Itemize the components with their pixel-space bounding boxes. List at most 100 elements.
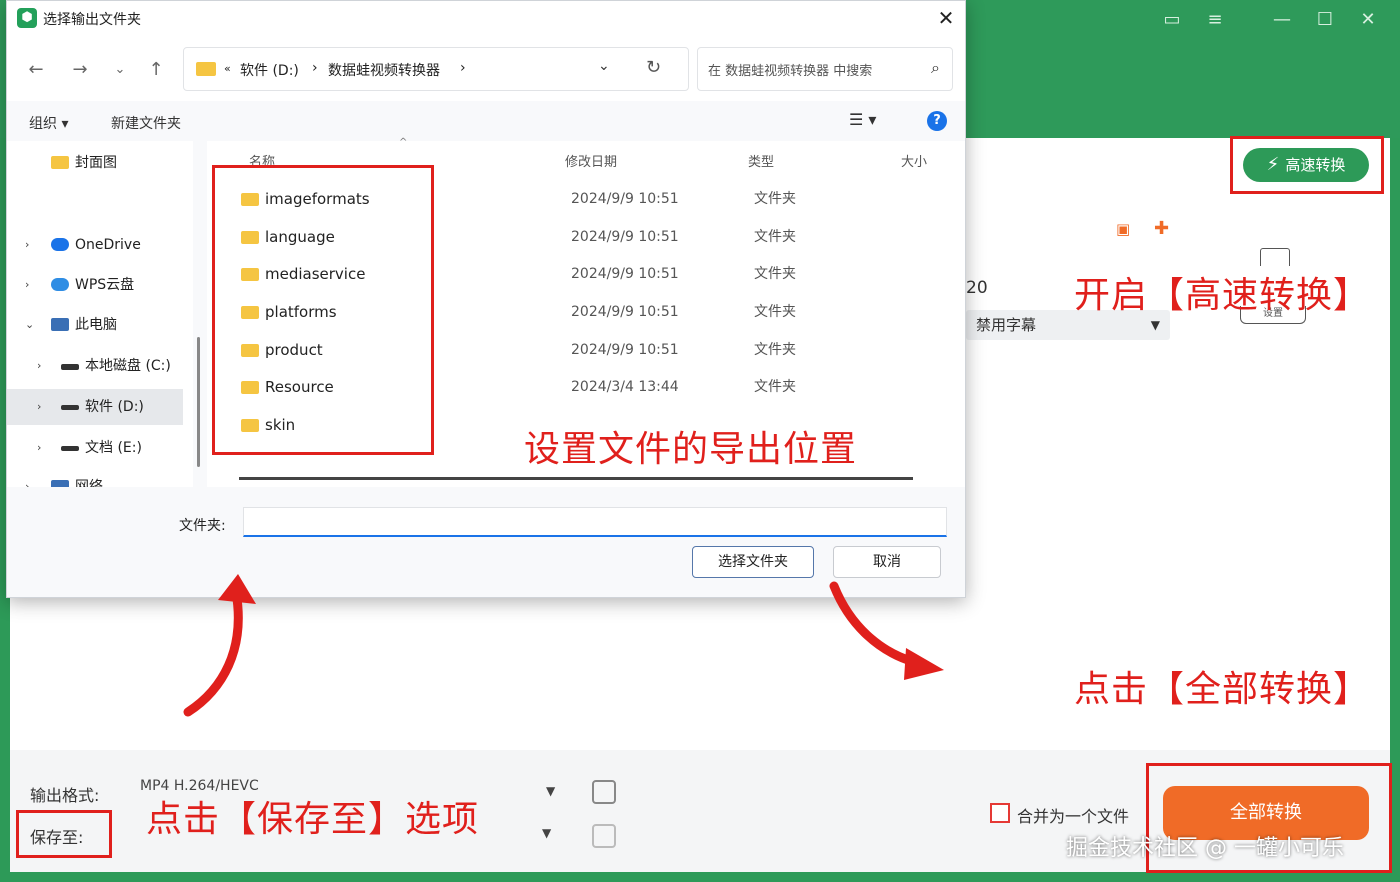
network-icon bbox=[51, 480, 69, 487]
breadcrumb-separator-end: › bbox=[460, 60, 466, 76]
file-type: 文件夹 bbox=[754, 379, 796, 395]
file-modified: 2024/9/9 10:51 bbox=[571, 304, 679, 320]
address-dropdown-icon[interactable]: ⌄ bbox=[598, 58, 610, 74]
cloud-icon bbox=[51, 238, 69, 251]
nav-item-drive-c[interactable]: › 本地磁盘 (C:) bbox=[7, 348, 183, 384]
dialog-title: 选择输出文件夹 bbox=[43, 12, 141, 28]
file-modified: 2024/9/9 10:51 bbox=[571, 342, 679, 358]
breadcrumb-drive[interactable]: 软件 (D:) bbox=[240, 60, 299, 80]
window-close-icon[interactable]: ✕ bbox=[1356, 8, 1380, 32]
breadcrumb-folder[interactable]: 数据蛙视频转换器 bbox=[328, 60, 440, 80]
file-type: 文件夹 bbox=[754, 266, 796, 282]
nav-item-wps[interactable]: › WPS云盘 bbox=[7, 267, 183, 303]
column-size[interactable]: 大小 bbox=[901, 151, 927, 170]
chevron-right-icon: › bbox=[37, 359, 42, 372]
nav-item-this-pc[interactable]: ⌄ 此电脑 bbox=[7, 307, 183, 343]
file-modified: 2024/9/9 10:51 bbox=[571, 229, 679, 245]
video-edit-icon[interactable]: ▣ bbox=[1116, 220, 1130, 238]
nav-item-network[interactable]: › 网络 bbox=[7, 469, 183, 487]
file-modified: 2024/3/4 13:44 bbox=[571, 379, 679, 395]
organize-menu[interactable]: 组织 ▾ bbox=[29, 113, 68, 133]
breadcrumb-separator: › bbox=[312, 60, 318, 76]
nav-item-label: 本地磁盘 (C:) bbox=[85, 358, 171, 374]
minimize-icon[interactable]: — bbox=[1270, 8, 1294, 32]
folder-field-label: 文件夹: bbox=[179, 518, 226, 534]
new-folder-button[interactable]: 新建文件夹 bbox=[111, 113, 181, 133]
chevron-right-icon: › bbox=[37, 441, 42, 454]
annotation-export-location: 设置文件的导出位置 bbox=[524, 429, 858, 470]
add-icon[interactable]: ✚ bbox=[1154, 218, 1169, 239]
drive-icon bbox=[61, 405, 79, 410]
recent-chevron-icon[interactable]: ⌄ bbox=[107, 57, 133, 83]
annotation-box-files bbox=[212, 165, 434, 455]
refresh-icon[interactable]: ↻ bbox=[646, 57, 661, 78]
back-arrow-icon[interactable]: ← bbox=[23, 57, 49, 83]
address-bar[interactable]: « 软件 (D:) › 数据蛙视频转换器 › ⌄ ↻ bbox=[183, 47, 689, 91]
file-type: 文件夹 bbox=[754, 191, 796, 207]
folder-icon bbox=[196, 62, 216, 76]
chevron-right-icon: › bbox=[25, 238, 30, 251]
chevron-right-icon: › bbox=[25, 278, 30, 291]
chevron-right-icon: › bbox=[25, 480, 30, 487]
cloud-icon bbox=[51, 278, 69, 291]
open-folder-icon[interactable] bbox=[592, 824, 616, 848]
select-folder-dialog: ⬢ 选择输出文件夹 ✕ ← → ⌄ ↑ « 软件 (D:) › 数据蛙视频转换器… bbox=[6, 0, 966, 598]
folder-field[interactable] bbox=[243, 507, 947, 537]
nav-item-onedrive[interactable]: › OneDrive bbox=[7, 227, 183, 263]
navigation-pane: 封面图 › OneDrive › WPS云盘 ⌄ 此电脑 › 本地磁盘 (C:)… bbox=[7, 141, 193, 487]
column-modified[interactable]: 修改日期 bbox=[565, 151, 617, 170]
address-overflow[interactable]: « bbox=[224, 62, 231, 75]
maximize-icon[interactable]: ☐ bbox=[1313, 8, 1337, 32]
format-settings-icon[interactable] bbox=[592, 780, 616, 804]
select-folder-button[interactable]: 选择文件夹 bbox=[692, 546, 814, 578]
drive-icon bbox=[61, 446, 79, 451]
nav-item-drive-d[interactable]: › 软件 (D:) bbox=[7, 389, 183, 425]
annotation-box-save-to bbox=[16, 810, 112, 858]
annotation-box-fast-convert bbox=[1230, 136, 1384, 194]
search-input[interactable]: 在 数据蛙视频转换器 中搜索 bbox=[708, 60, 872, 79]
dialog-titlebar: ⬢ 选择输出文件夹 ✕ bbox=[7, 1, 965, 35]
chevron-down-icon: ⌄ bbox=[25, 318, 35, 331]
feedback-icon[interactable]: ▭ bbox=[1160, 8, 1184, 32]
file-type: 文件夹 bbox=[754, 342, 796, 358]
nav-item-label: WPS云盘 bbox=[75, 277, 135, 293]
nav-scrollbar[interactable] bbox=[197, 337, 200, 467]
app-logo-icon: ⬢ bbox=[17, 8, 37, 28]
settings-icon bbox=[1260, 248, 1290, 266]
file-modified: 2024/9/9 10:51 bbox=[571, 266, 679, 282]
column-type[interactable]: 类型 bbox=[748, 151, 774, 170]
file-type: 文件夹 bbox=[754, 304, 796, 320]
merge-checkbox[interactable] bbox=[990, 803, 1010, 823]
cancel-button[interactable]: 取消 bbox=[833, 546, 941, 578]
dialog-navbar: ← → ⌄ ↑ « 软件 (D:) › 数据蛙视频转换器 › ⌄ ↻ 在 数据蛙… bbox=[7, 35, 965, 101]
annotation-enable-fast: 开启【高速转换】 bbox=[1074, 275, 1371, 316]
nav-item-label: OneDrive bbox=[75, 237, 141, 253]
annotation-save-to: 点击【保存至】选项 bbox=[146, 799, 480, 840]
nav-item-label: 此电脑 bbox=[75, 317, 117, 333]
file-modified: 2024/9/9 10:51 bbox=[571, 191, 679, 207]
watermark: 掘金技术社区 @ 一罐小可乐 bbox=[1066, 836, 1344, 861]
search-box[interactable]: 在 数据蛙视频转换器 中搜索 ⌕ bbox=[697, 47, 953, 91]
dialog-close-icon[interactable]: ✕ bbox=[933, 5, 959, 31]
search-icon[interactable]: ⌕ bbox=[931, 58, 940, 78]
dialog-toolbar: 组织 ▾ 新建文件夹 ☰ ▾ ? bbox=[7, 101, 965, 141]
save-to-dropdown-icon[interactable]: ▼ bbox=[542, 826, 551, 840]
computer-icon bbox=[51, 318, 69, 331]
view-options-icon[interactable]: ☰ ▾ bbox=[849, 110, 876, 129]
nav-item-label: 封面图 bbox=[75, 155, 117, 171]
nav-item-label: 网络 bbox=[75, 479, 103, 487]
nav-item-label: 文档 (E:) bbox=[85, 440, 142, 456]
subtitle-select-value: 禁用字幕 bbox=[976, 316, 1037, 334]
help-icon[interactable]: ? bbox=[927, 111, 947, 131]
forward-arrow-icon[interactable]: → bbox=[67, 57, 93, 83]
nav-item-drive-e[interactable]: › 文档 (E:) bbox=[7, 430, 183, 466]
horizontal-scrollbar[interactable] bbox=[239, 477, 913, 480]
menu-icon[interactable]: ≡ bbox=[1203, 8, 1227, 32]
output-format-label: 输出格式: bbox=[30, 786, 100, 805]
format-dropdown-icon[interactable]: ▼ bbox=[546, 784, 555, 798]
annotation-convert-all: 点击【全部转换】 bbox=[1074, 669, 1371, 710]
up-arrow-icon[interactable]: ↑ bbox=[143, 57, 169, 83]
nav-item-cover[interactable]: 封面图 bbox=[7, 145, 183, 181]
nav-item-label: 软件 (D:) bbox=[85, 399, 144, 415]
file-type: 文件夹 bbox=[754, 229, 796, 245]
